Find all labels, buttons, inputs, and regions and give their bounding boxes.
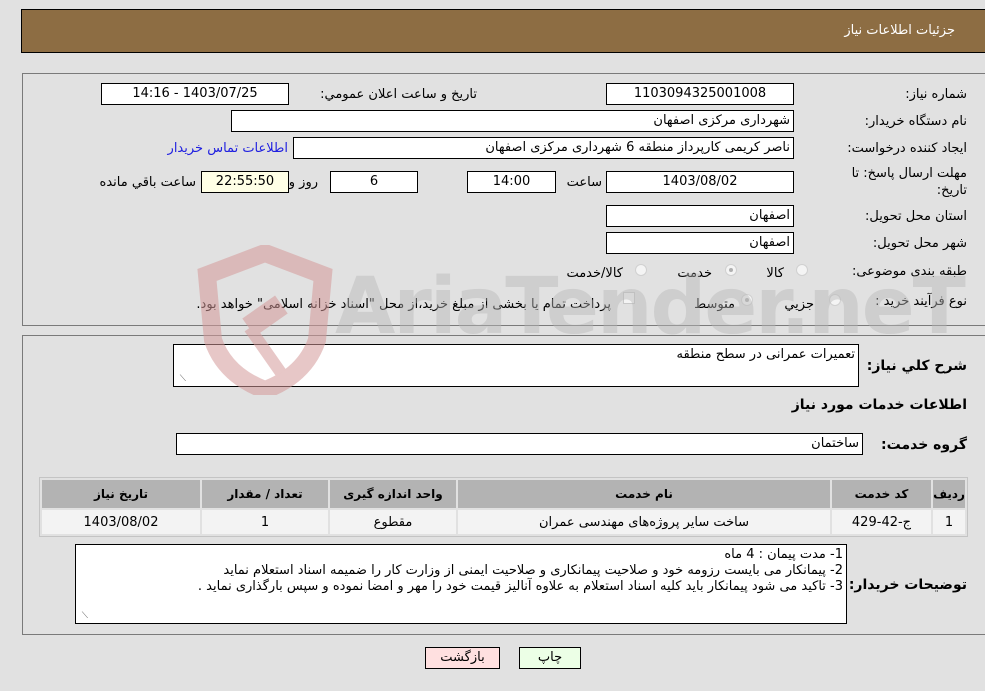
resize-grip-icon[interactable]: ⟋ (176, 374, 186, 384)
print-button[interactable]: چاپ (519, 647, 581, 669)
service-group-label: گروه خدمت: (881, 437, 967, 453)
deadline-label-line2: تاریخ: (936, 183, 967, 198)
general-desc-label: شرح کلي نیاز: (866, 358, 967, 374)
services-heading: اطلاعات خدمات مورد نیاز (791, 397, 967, 413)
city-label: شهر محل تحویل: (872, 236, 967, 251)
cell-need-date: 1403/08/02 (42, 510, 200, 534)
remaining-days-field: 6 (330, 171, 418, 193)
category-option-goods-service: کالا/خدمت (566, 266, 623, 281)
remaining-time-field: 22:55:50 (201, 171, 289, 193)
cell-unit: مقطوع (330, 510, 456, 534)
col-header-need-date: تاریخ نیاز (42, 480, 200, 508)
col-header-unit: واحد اندازه گیری (330, 480, 456, 508)
purchase-type-option-minor: جزيي (784, 297, 814, 312)
deadline-date-field: 1403/08/02 (606, 171, 794, 193)
creator-field: ناصر کریمی کارپرداز منطقه 6 شهرداری مرکز… (293, 137, 794, 159)
general-desc-text: تعمیرات عمرانی در سطح منطقه (676, 347, 855, 362)
cell-service-name: ساخت سایر پروژه‌های مهندسی عمران (458, 510, 830, 534)
buyer-note-line: 1- مدت پیمان : 4 ماه (724, 547, 843, 562)
col-header-quantity: تعداد / مقدار (202, 480, 328, 508)
category-option-service: خدمت (677, 266, 712, 281)
buyer-note-line: 3- تاکید می شود پیمانکار باید کلیه اسناد… (197, 579, 843, 594)
need-number-label: شماره نیاز: (905, 87, 967, 102)
purchase-type-label: نوع فرآیند خرید : (875, 294, 967, 309)
cell-service-code: ج-42-429 (832, 510, 931, 534)
announce-label: تاریخ و ساعت اعلان عمومي: (320, 87, 477, 102)
back-button[interactable]: بازگشت (425, 647, 500, 669)
announce-datetime-field: 1403/07/25 - 14:16 (101, 83, 289, 105)
purchase-type-radio-medium[interactable] (741, 294, 753, 306)
services-table: ردیف کد خدمت نام خدمت واحد اندازه گیری ت… (39, 477, 968, 537)
creator-label: ایجاد کننده درخواست: (847, 141, 967, 156)
page-header: جزئیات اطلاعات نیاز (21, 9, 985, 53)
province-label: استان محل تحویل: (865, 209, 967, 224)
category-radio-service[interactable] (725, 264, 737, 276)
deadline-label-line1: مهلت ارسال پاسخ: تا (851, 166, 967, 181)
col-header-row-number: ردیف (933, 480, 965, 508)
cell-row-number: 1 (933, 510, 965, 534)
buyer-note-line: 2- پیمانکار می بایست رزومه خود و صلاحیت … (223, 563, 843, 578)
need-number-field: 1103094325001008 (606, 83, 794, 105)
category-option-goods: کالا (766, 266, 784, 281)
province-field: اصفهان (606, 205, 794, 227)
deadline-time-field: 14:00 (467, 171, 556, 193)
service-group-field: ساختمان (176, 433, 863, 455)
buyer-org-field: شهرداری مرکزی اصفهان (231, 110, 794, 132)
treasury-checkbox[interactable] (623, 292, 635, 304)
buyer-notes-textarea[interactable]: 1- مدت پیمان : 4 ماه 2- پیمانکار می بایس… (75, 544, 847, 624)
table-header-row: ردیف کد خدمت نام خدمت واحد اندازه گیری ت… (42, 480, 965, 508)
category-radio-goods-service[interactable] (635, 264, 647, 276)
buyer-contact-link[interactable]: اطلاعات تماس خریدار (168, 140, 288, 158)
resize-grip-icon[interactable]: ⟋ (78, 611, 88, 621)
category-label: طبقه بندی موضوعی: (851, 264, 967, 279)
buyer-notes-label: توضیحات خریدار: (848, 577, 967, 593)
buyer-org-label: نام دستگاه خریدار: (864, 114, 967, 129)
col-header-service-name: نام خدمت (458, 480, 830, 508)
table-row: 1 ج-42-429 ساخت سایر پروژه‌های مهندسی عم… (42, 510, 965, 534)
page-title: جزئیات اطلاعات نیاز (844, 23, 955, 38)
category-radio-goods[interactable] (796, 264, 808, 276)
deadline-hour-label: ساعت (566, 175, 602, 190)
remaining-time-label: ساعت باقي مانده (99, 175, 196, 190)
purchase-type-option-medium: متوسط (694, 297, 735, 312)
general-desc-textarea[interactable]: تعمیرات عمرانی در سطح منطقه ⟋ (173, 344, 859, 387)
col-header-service-code: کد خدمت (832, 480, 931, 508)
city-field: اصفهان (606, 232, 794, 254)
treasury-note: پرداخت تمام یا بخشی از مبلغ خرید،از محل … (196, 297, 611, 312)
purchase-type-radio-minor[interactable] (829, 294, 841, 306)
days-label: روز و (288, 175, 318, 190)
cell-quantity: 1 (202, 510, 328, 534)
